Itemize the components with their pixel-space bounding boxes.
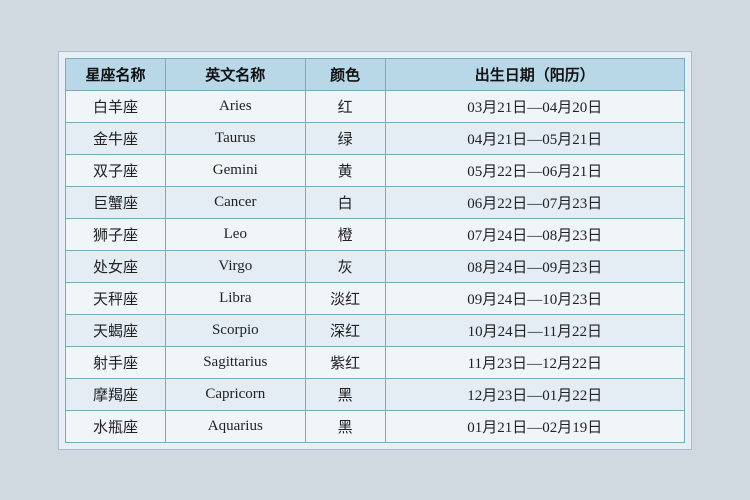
cell-color: 黄 — [305, 154, 385, 186]
zodiac-table-container: 星座名称 英文名称 颜色 出生日期（阳历） 白羊座Aries红03月21日—04… — [58, 51, 692, 450]
cell-color: 红 — [305, 90, 385, 122]
cell-en: Libra — [165, 282, 305, 314]
table-row: 狮子座Leo橙07月24日—08月23日 — [66, 218, 685, 250]
cell-color: 橙 — [305, 218, 385, 250]
cell-cn: 金牛座 — [66, 122, 166, 154]
table-row: 处女座Virgo灰08月24日—09月23日 — [66, 250, 685, 282]
table-row: 天蝎座Scorpio深红10月24日—11月22日 — [66, 314, 685, 346]
cell-date: 09月24日—10月23日 — [385, 282, 684, 314]
cell-date: 12月23日—01月22日 — [385, 378, 684, 410]
cell-cn: 巨蟹座 — [66, 186, 166, 218]
table-header-row: 星座名称 英文名称 颜色 出生日期（阳历） — [66, 58, 685, 90]
cell-en: Capricorn — [165, 378, 305, 410]
cell-date: 11月23日—12月22日 — [385, 346, 684, 378]
cell-date: 06月22日—07月23日 — [385, 186, 684, 218]
cell-en: Taurus — [165, 122, 305, 154]
cell-cn: 天秤座 — [66, 282, 166, 314]
cell-cn: 摩羯座 — [66, 378, 166, 410]
cell-color: 深红 — [305, 314, 385, 346]
cell-date: 07月24日—08月23日 — [385, 218, 684, 250]
header-cn: 星座名称 — [66, 58, 166, 90]
table-row: 巨蟹座Cancer白06月22日—07月23日 — [66, 186, 685, 218]
cell-en: Gemini — [165, 154, 305, 186]
cell-en: Aquarius — [165, 410, 305, 442]
cell-date: 10月24日—11月22日 — [385, 314, 684, 346]
cell-date: 03月21日—04月20日 — [385, 90, 684, 122]
cell-cn: 处女座 — [66, 250, 166, 282]
cell-en: Virgo — [165, 250, 305, 282]
table-row: 射手座Sagittarius紫红11月23日—12月22日 — [66, 346, 685, 378]
cell-en: Sagittarius — [165, 346, 305, 378]
zodiac-table: 星座名称 英文名称 颜色 出生日期（阳历） 白羊座Aries红03月21日—04… — [65, 58, 685, 443]
table-body: 白羊座Aries红03月21日—04月20日金牛座Taurus绿04月21日—0… — [66, 90, 685, 442]
cell-date: 04月21日—05月21日 — [385, 122, 684, 154]
cell-cn: 天蝎座 — [66, 314, 166, 346]
table-row: 水瓶座Aquarius黑01月21日—02月19日 — [66, 410, 685, 442]
cell-en: Cancer — [165, 186, 305, 218]
cell-color: 淡红 — [305, 282, 385, 314]
header-date: 出生日期（阳历） — [385, 58, 684, 90]
header-en: 英文名称 — [165, 58, 305, 90]
cell-en: Leo — [165, 218, 305, 250]
cell-color: 白 — [305, 186, 385, 218]
cell-color: 紫红 — [305, 346, 385, 378]
cell-cn: 双子座 — [66, 154, 166, 186]
cell-cn: 水瓶座 — [66, 410, 166, 442]
cell-cn: 白羊座 — [66, 90, 166, 122]
table-row: 摩羯座Capricorn黑12月23日—01月22日 — [66, 378, 685, 410]
table-row: 白羊座Aries红03月21日—04月20日 — [66, 90, 685, 122]
cell-date: 05月22日—06月21日 — [385, 154, 684, 186]
cell-color: 绿 — [305, 122, 385, 154]
cell-date: 08月24日—09月23日 — [385, 250, 684, 282]
cell-color: 黑 — [305, 378, 385, 410]
cell-en: Scorpio — [165, 314, 305, 346]
cell-en: Aries — [165, 90, 305, 122]
cell-color: 灰 — [305, 250, 385, 282]
cell-cn: 狮子座 — [66, 218, 166, 250]
table-row: 双子座Gemini黄05月22日—06月21日 — [66, 154, 685, 186]
header-color: 颜色 — [305, 58, 385, 90]
cell-date: 01月21日—02月19日 — [385, 410, 684, 442]
table-row: 天秤座Libra淡红09月24日—10月23日 — [66, 282, 685, 314]
cell-cn: 射手座 — [66, 346, 166, 378]
table-row: 金牛座Taurus绿04月21日—05月21日 — [66, 122, 685, 154]
cell-color: 黑 — [305, 410, 385, 442]
